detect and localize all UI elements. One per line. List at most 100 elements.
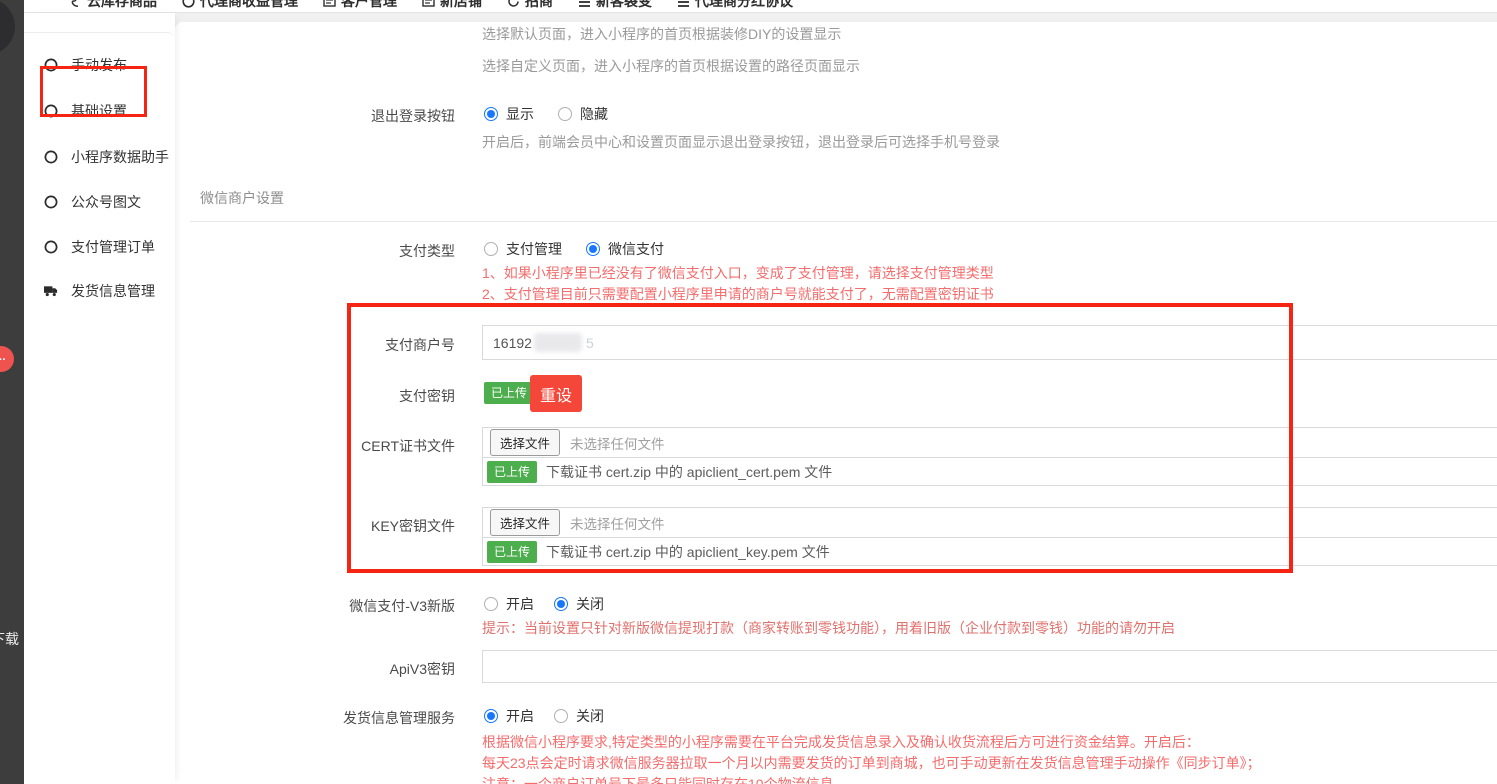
- cert-hint: 下载证书 cert.zip 中的 apiclient_cert.pem 文件: [546, 462, 832, 482]
- sidebar-item-manual-publish[interactable]: 手动发布: [44, 50, 127, 80]
- cert-file-label: CERT证书文件: [130, 436, 455, 456]
- circle-icon: [44, 240, 58, 254]
- sidebar-item-label: 发货信息管理: [71, 281, 155, 301]
- cert-file-row: 选择文件 未选择任何文件: [483, 428, 1497, 458]
- redacted-blur: [534, 333, 582, 352]
- sidebar: 手动发布 基础设置 小程序数据助手 公众号图文 支付管理订单 发货信息管理: [24, 13, 175, 784]
- key-no-file-text: 未选择任何文件: [570, 513, 665, 533]
- sidebar-item-miniprogram-data[interactable]: 小程序数据助手: [44, 142, 169, 172]
- cert-no-file-text: 未选择任何文件: [570, 433, 665, 453]
- cert-file-box: 选择文件 未选择任何文件 已上传 下载证书 cert.zip 中的 apicli…: [482, 427, 1497, 486]
- nav-item-cloud-stock[interactable]: 云库存商品: [68, 0, 157, 11]
- sidebar-item-label: 小程序数据助手: [71, 147, 169, 167]
- radio-v3-off[interactable]: 关闭: [554, 594, 604, 614]
- circle-icon: [181, 0, 195, 8]
- nav-label: 新店铺: [440, 0, 482, 11]
- v3-radio-group: 开启 关闭: [484, 594, 604, 614]
- logout-button-label: 退出登录按钮: [130, 106, 455, 126]
- shipping-radio-group: 开启 关闭: [484, 706, 604, 726]
- radio-dot: [558, 107, 572, 121]
- radio-label: 微信支付: [608, 239, 664, 259]
- radio-dot: [484, 107, 498, 121]
- radio-show[interactable]: 显示: [484, 104, 534, 124]
- sidebar-item-payment-orders[interactable]: 支付管理订单: [44, 232, 155, 262]
- cert-uploaded-badge: 已上传: [487, 461, 537, 483]
- card-icon: [322, 0, 336, 8]
- pay-type-radio-group: 支付管理 微信支付: [484, 239, 664, 259]
- radio-dot: [554, 709, 568, 723]
- circle-icon: [44, 195, 58, 209]
- sidebar-item-basic-settings[interactable]: 基础设置: [44, 96, 127, 126]
- nav-item-new-shop[interactable]: 新店铺: [421, 0, 482, 11]
- truck-icon: [44, 284, 58, 298]
- sidebar-item-label: 基础设置: [71, 101, 127, 121]
- radio-label: 支付管理: [506, 239, 562, 259]
- radio-label: 关闭: [576, 706, 604, 726]
- circle-icon: [44, 150, 58, 164]
- circle-icon: [44, 104, 58, 118]
- card-icon: [421, 0, 435, 8]
- radio-dot: [484, 242, 498, 256]
- home-custom-hint: 选择自定义页面，进入小程序的首页根据设置的路径页面显示: [482, 56, 860, 76]
- radio-wechat-pay[interactable]: 微信支付: [586, 239, 664, 259]
- key-uploaded-badge: 已上传: [487, 541, 537, 563]
- radio-pay-manage[interactable]: 支付管理: [484, 239, 562, 259]
- nav-label: 云库存商品: [87, 0, 157, 11]
- content-card: 选择默认页面，进入小程序的首页根据装修DIY的设置显示 选择自定义页面，进入小程…: [175, 22, 1497, 784]
- sidebar-item-official-article[interactable]: 公众号图文: [44, 187, 141, 217]
- cert-choose-file-button[interactable]: 选择文件: [490, 429, 560, 456]
- v3-label: 微信支付-V3新版: [130, 596, 455, 616]
- radio-label: 开启: [506, 706, 534, 726]
- page: 选择默认页面，进入小程序的首页根据装修DIY的设置显示 选择自定义页面，进入小程…: [0, 0, 1497, 784]
- section-divider: [190, 221, 1497, 222]
- radio-label: 关闭: [576, 594, 604, 614]
- left-rail: … 下载: [0, 0, 24, 784]
- sidebar-item-shipping-info[interactable]: 发货信息管理: [44, 276, 155, 306]
- apiv3-input[interactable]: [482, 650, 1497, 683]
- shipping-warning-2: 每天23点会定时请求微信服务器拉取一个月以内需要发货的订单到商城，也可手动更新在…: [482, 753, 1261, 773]
- merchant-section-title: 微信商户设置: [200, 188, 284, 208]
- nav-item-customer-manage[interactable]: 客户管理: [322, 0, 397, 11]
- key-choose-file-button[interactable]: 选择文件: [490, 509, 560, 536]
- sidebar-item-label: 支付管理订单: [71, 237, 155, 257]
- shipping-warning-3: 注意：一个商户订单号下最多只能同时存在10个物流信息: [482, 774, 834, 784]
- radio-hide[interactable]: 隐藏: [558, 104, 608, 124]
- menu-icon: [577, 0, 591, 8]
- home-default-hint: 选择默认页面，进入小程序的首页根据装修DIY的设置显示: [482, 24, 841, 44]
- merchant-id-value: 16192: [493, 335, 532, 351]
- pay-type-warning-1: 1、如果小程序里已经没有了微信支付入口，变成了支付管理，请选择支付管理类型: [482, 263, 994, 283]
- key-file-box: 选择文件 未选择任何文件 已上传 下载证书 cert.zip 中的 apicli…: [482, 507, 1497, 566]
- pay-type-label: 支付类型: [130, 241, 455, 261]
- reset-button[interactable]: 重设: [530, 375, 582, 412]
- pay-key-uploaded-badge: 已上传: [484, 382, 534, 404]
- cert-uploaded-row: 已上传 下载证书 cert.zip 中的 apiclient_cert.pem …: [483, 458, 1497, 485]
- nav-item-agent-income[interactable]: 代理商收益管理: [181, 0, 298, 11]
- key-uploaded-row: 已上传 下载证书 cert.zip 中的 apiclient_key.pem 文…: [483, 538, 1497, 565]
- radio-label: 开启: [506, 594, 534, 614]
- key-file-label: KEY密钥文件: [130, 516, 455, 536]
- radio-label: 隐藏: [580, 104, 608, 124]
- logout-radio-group: 显示 隐藏: [484, 104, 608, 124]
- pay-key-label: 支付密钥: [130, 386, 455, 406]
- radio-shipping-on[interactable]: 开启: [484, 706, 534, 726]
- refresh-icon: [506, 0, 520, 8]
- v3-hint: 提示：当前设置只针对新版微信提现打款（商家转账到零钱功能），用着旧版（企业付款到…: [482, 618, 1175, 638]
- sidebar-item-label: 公众号图文: [71, 192, 141, 212]
- download-label[interactable]: 下载: [0, 629, 31, 649]
- radio-v3-on[interactable]: 开启: [484, 594, 534, 614]
- shipping-label: 发货信息管理服务: [130, 708, 455, 728]
- radio-shipping-off[interactable]: 关闭: [554, 706, 604, 726]
- radio-dot: [586, 242, 600, 256]
- radio-dot: [484, 709, 498, 723]
- nav-item-investment[interactable]: 招商: [506, 0, 553, 11]
- notification-badge[interactable]: …: [0, 346, 14, 372]
- nav-item-agent-dividend[interactable]: 代理商分红协议: [676, 0, 793, 11]
- merchant-id-input[interactable]: 16192 5: [482, 325, 1497, 360]
- merchant-id-tail: 5: [586, 335, 594, 351]
- pay-type-warning-2: 2、支付管理目前只需要配置小程序里申请的商户号就能支付了，无需配置密钥证书: [482, 284, 994, 304]
- nav-item-fission[interactable]: 新客裂变: [577, 0, 652, 11]
- shipping-warning-1: 根据微信小程序要求,特定类型的小程序需要在平台完成发货信息录入及确认收货流程后方…: [482, 732, 1200, 752]
- topnav: 云库存商品 代理商收益管理 客户管理 新店铺 招商 新客裂变 代理商分红协议: [68, 0, 793, 13]
- merchant-id-label: 支付商户号: [130, 335, 455, 355]
- radio-dot: [484, 597, 498, 611]
